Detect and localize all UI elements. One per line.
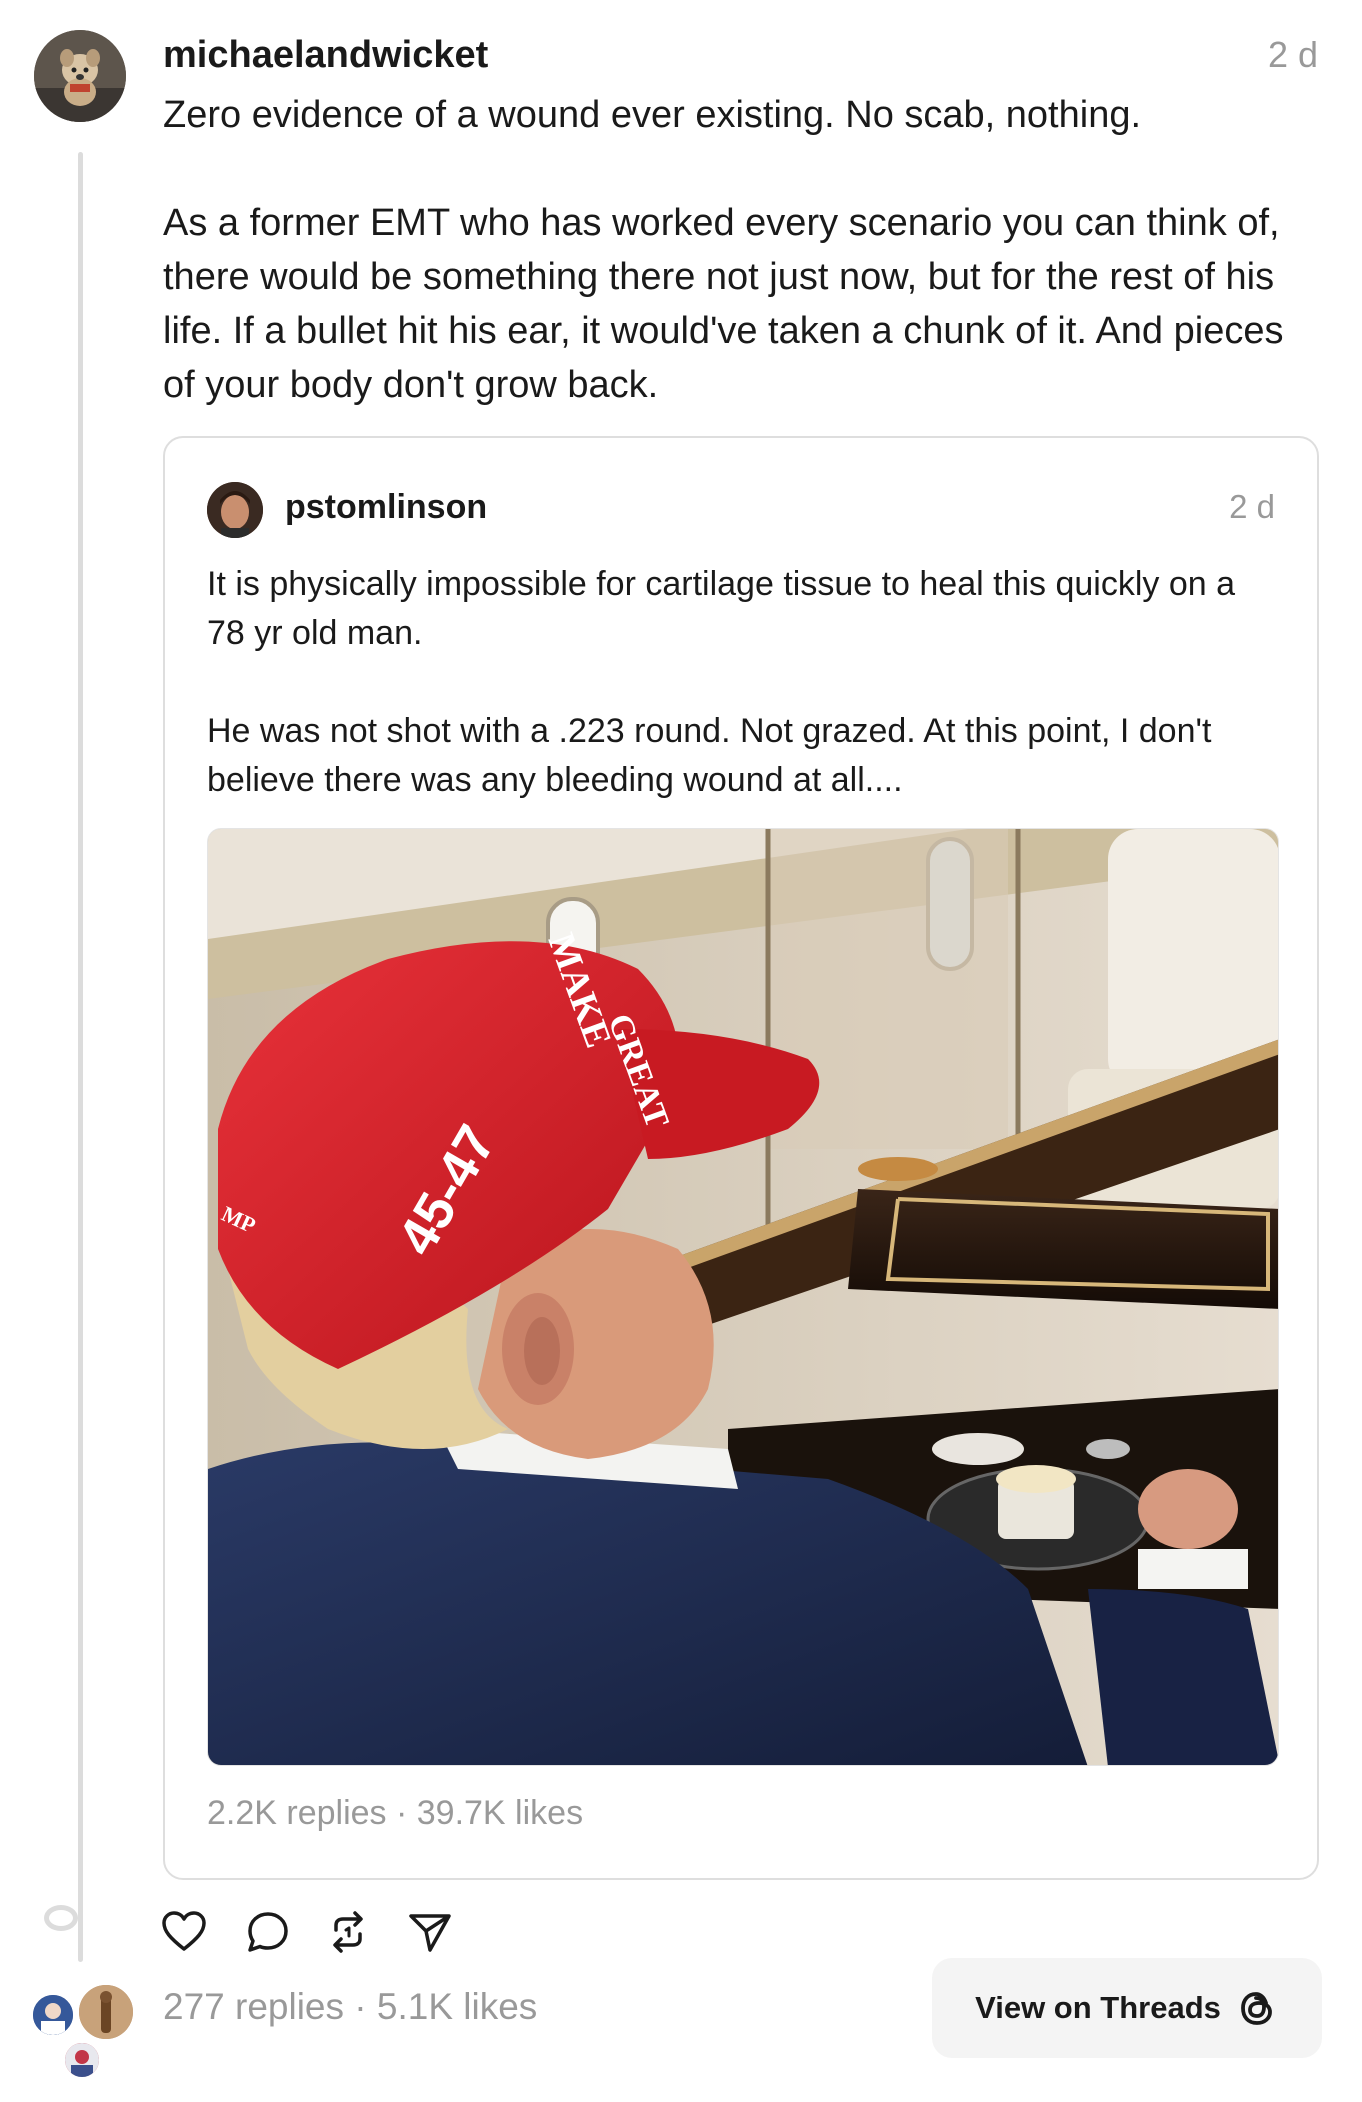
post-timestamp: 2 d: [1267, 34, 1318, 75]
post-paragraph: As a former EMT who has worked every sce…: [163, 202, 1284, 406]
replier-avatar[interactable]: [30, 1992, 76, 2038]
author-username[interactable]: michaelandwicket: [163, 34, 488, 77]
quoted-post-card[interactable]: pstomlinson 2 d It is physically impossi…: [163, 436, 1319, 1880]
quoted-post-photo[interactable]: MAKE GREAT 45-47 MP: [207, 828, 1279, 1766]
replier-avatar-image: [33, 1995, 73, 2035]
quoted-post-stats: 2.2K replies · 39.7K likes: [207, 1794, 584, 1832]
view-on-threads-label: View on Threads: [975, 1990, 1221, 2025]
post-body: Zero evidence of a wound ever existing. …: [163, 88, 1323, 412]
quoted-post-body: It is physically impossible for cartilag…: [207, 560, 1267, 805]
replier-avatar-image: [65, 2043, 99, 2077]
heart-icon[interactable]: [160, 1908, 208, 1956]
replier-avatar-image: [79, 1985, 133, 2039]
thread-connector-line: [78, 152, 83, 1962]
dog-avatar-image: [34, 30, 126, 122]
replier-avatar[interactable]: [62, 2040, 102, 2080]
author-avatar[interactable]: [34, 30, 126, 122]
view-on-threads-button[interactable]: View on Threads: [932, 1958, 1322, 2058]
person-avatar-image: [207, 482, 263, 538]
post-paragraph: Zero evidence of a wound ever existing. …: [163, 94, 1142, 136]
quoted-author-username[interactable]: pstomlinson: [285, 488, 487, 527]
quoted-author-avatar[interactable]: [207, 482, 263, 538]
thread-connector-curl: [44, 1905, 78, 1931]
replier-avatar[interactable]: [76, 1982, 136, 2042]
airplane-cabin-photo: MAKE GREAT 45-47 MP: [208, 829, 1278, 1765]
quoted-post-paragraph: It is physically impossible for cartilag…: [207, 565, 1236, 652]
post-stats[interactable]: 277 replies · 5.1K likes: [163, 1986, 537, 2028]
quoted-post-paragraph: He was not shot with a .223 round. Not g…: [207, 712, 1212, 799]
comment-icon[interactable]: [244, 1908, 292, 1956]
threads-logo-icon: [1240, 1992, 1272, 2025]
repost-icon[interactable]: [324, 1908, 372, 1956]
quoted-post-timestamp: 2 d: [1229, 488, 1275, 525]
share-icon[interactable]: [406, 1908, 454, 1956]
